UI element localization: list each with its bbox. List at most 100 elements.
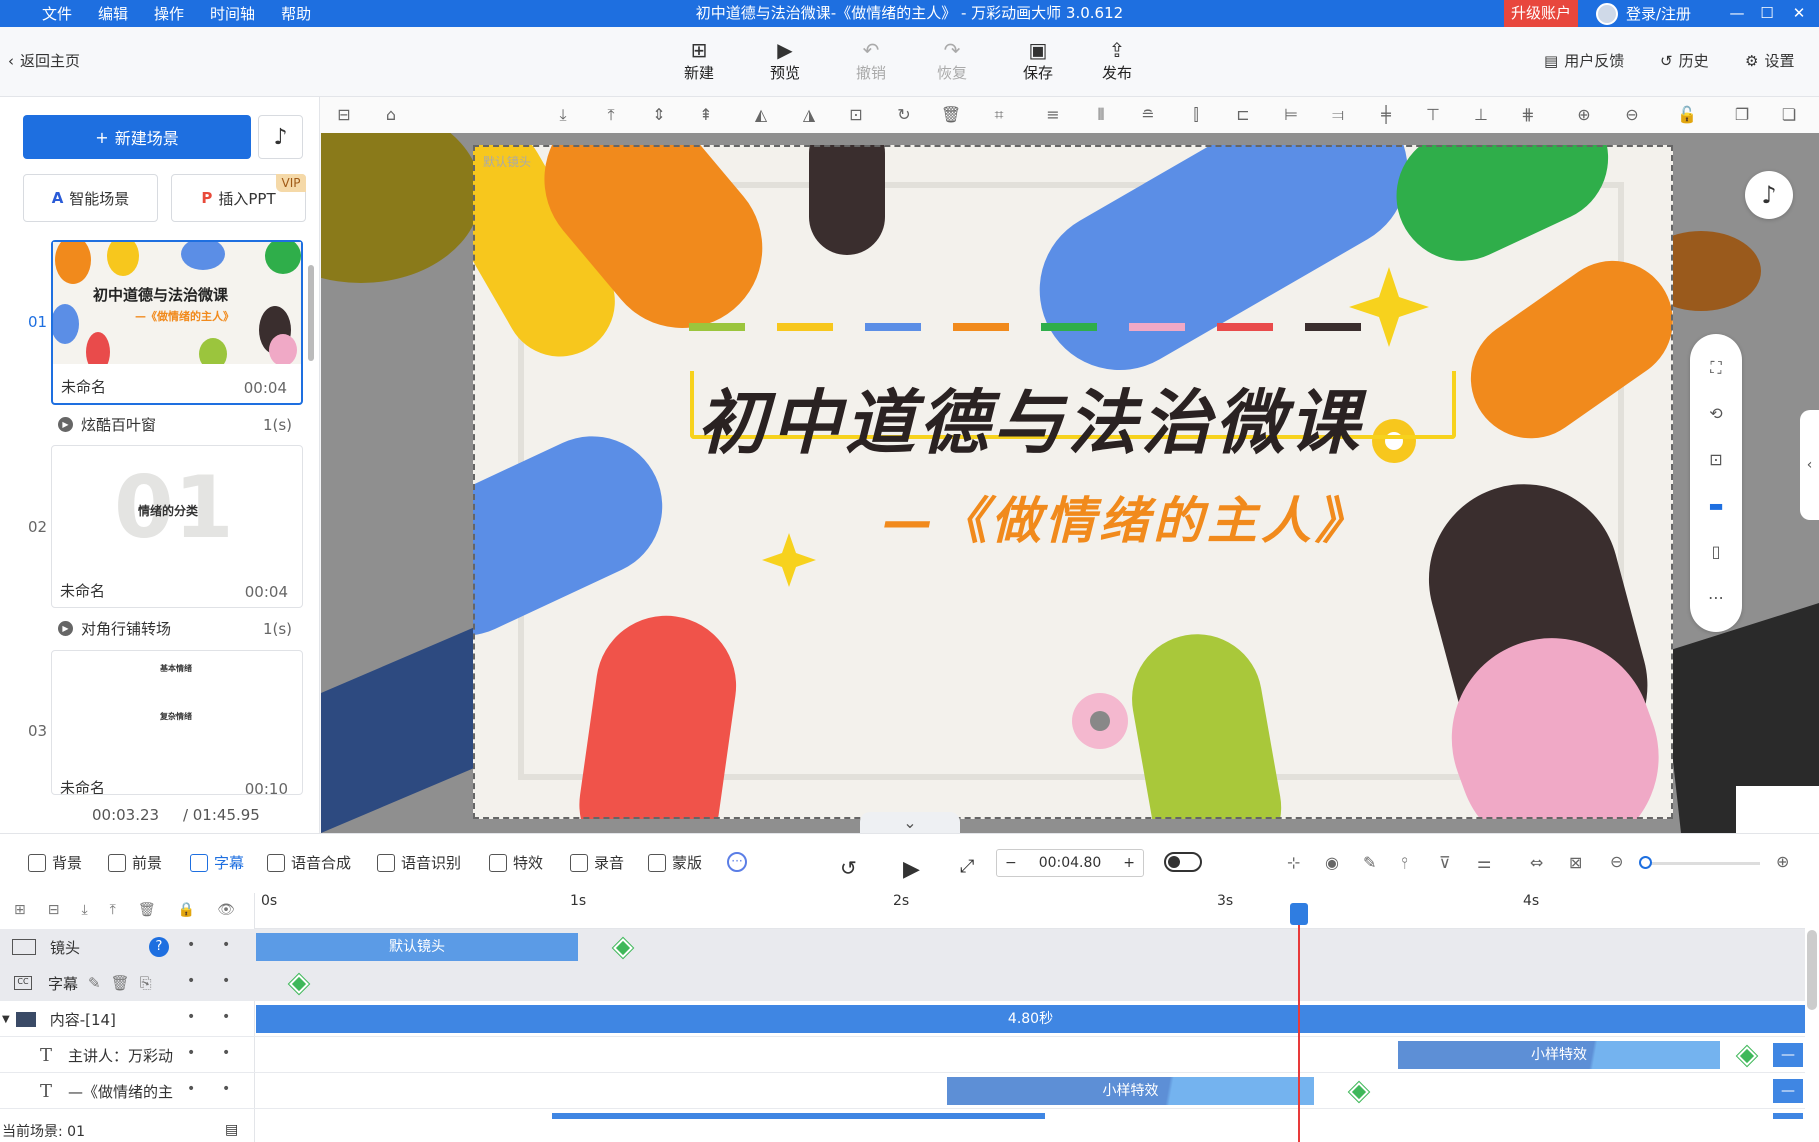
more-icon[interactable]: ⋯	[1704, 588, 1728, 612]
fit-width-icon[interactable]: ⇔	[1530, 853, 1543, 872]
move-up-icon[interactable]: ⤒	[110, 902, 116, 918]
flip-v-icon[interactable]: ◮	[798, 104, 820, 126]
fullscreen-icon[interactable]: ⛶	[1704, 358, 1728, 382]
home-icon[interactable]: ⌂	[380, 104, 402, 126]
export-icon[interactable]: ⎘	[140, 974, 152, 992]
time-stepper[interactable]: − 00:04.80 +	[996, 849, 1144, 877]
distribute-v-icon[interactable]: ⦀	[1090, 104, 1112, 126]
delete-icon[interactable]: 🗑	[940, 104, 962, 126]
layer-text-2[interactable]: T —《做情绪的主	[0, 1073, 255, 1109]
maximize-icon[interactable]: ☐	[1752, 0, 1782, 27]
layer-dot[interactable]: •	[222, 1009, 230, 1025]
preview-button[interactable]: ▶ 预览	[755, 38, 815, 83]
effect-clip[interactable]: 小样特效	[1398, 1041, 1720, 1069]
layer-dot[interactable]: •	[187, 1045, 195, 1061]
zoom-slider-handle[interactable]	[1639, 856, 1652, 869]
eye-icon[interactable]: 👁	[217, 902, 235, 918]
close-icon[interactable]: ✕	[1784, 0, 1814, 27]
scene-thumbnail-1[interactable]: 初中道德与法治微课 —《做情绪的主人》 未命名 00:04	[51, 240, 303, 405]
layer-content-group[interactable]: ▼ 内容-[14]	[0, 1001, 255, 1037]
ratio-icon[interactable]: ⊠	[1569, 853, 1582, 872]
playhead-line[interactable]	[1298, 903, 1300, 1142]
new-button[interactable]: ⊞ 新建	[669, 38, 729, 83]
stage-title[interactable]: 初中道德与法治微课	[697, 367, 1363, 468]
collapse-clip-icon[interactable]: —	[1773, 1043, 1803, 1067]
toggle-switch[interactable]	[1164, 852, 1202, 872]
copy-icon[interactable]: ❐	[1731, 104, 1753, 126]
folder-icon[interactable]: ⊟	[48, 902, 60, 918]
zoom-in-icon[interactable]: ⊕	[1776, 852, 1789, 871]
collapse-right-panel[interactable]: ‹	[1800, 410, 1819, 520]
unlock-icon[interactable]: ⊡	[1704, 450, 1728, 474]
partial-clip[interactable]	[552, 1113, 1045, 1119]
layer-dot[interactable]: •	[222, 937, 230, 953]
align-bottom-icon[interactable]: ⤓	[552, 104, 574, 126]
delete-icon[interactable]: 🗑	[111, 974, 130, 992]
speech-recognition-tool[interactable]: 语音识别	[377, 852, 461, 873]
split-icon[interactable]: ⫯	[1401, 853, 1408, 873]
partial-clip[interactable]	[1773, 1113, 1803, 1119]
rotate-icon[interactable]: ↻	[893, 104, 915, 126]
camera-clip[interactable]: 默认镜头	[256, 933, 578, 961]
flip-h-icon[interactable]: ◭	[750, 104, 772, 126]
unlock-icon[interactable]: 🔓	[1676, 104, 1698, 126]
phone-icon[interactable]: ▯	[1704, 542, 1728, 566]
timeline-scrollbar[interactable]	[1807, 930, 1817, 1010]
filter-icon[interactable]: ⊽	[1439, 853, 1451, 872]
delete-icon[interactable]: 🗑	[138, 902, 156, 918]
help-icon[interactable]: ?	[149, 937, 169, 957]
stage-subtitle[interactable]: —《做情绪的主人》	[883, 481, 1369, 553]
back-home-button[interactable]: ‹ 返回主页	[8, 50, 80, 71]
timeline-row-text-2[interactable]	[0, 1073, 1805, 1109]
zoom-in-icon[interactable]: ⊕	[1573, 104, 1595, 126]
zoom-out-icon[interactable]: ⊖	[1621, 104, 1643, 126]
lock-icon[interactable]: ⊡	[845, 104, 867, 126]
align-middle-icon[interactable]: ⫿	[1185, 104, 1207, 126]
distribute-icon[interactable]: ≡	[1042, 104, 1064, 126]
background-tool[interactable]: 背景	[28, 852, 82, 873]
scene-thumbnail-3[interactable]: 基本情绪 复杂情绪 未命名 00:10	[51, 650, 303, 795]
align-bottom2-icon[interactable]: ⊥	[1470, 104, 1492, 126]
align-vcenter-icon[interactable]: ⇕	[648, 104, 670, 126]
layer-dot[interactable]: •	[222, 1081, 230, 1097]
redo-button[interactable]: ↷ 恢复	[922, 38, 982, 83]
timeline-row-subtitle[interactable]	[0, 965, 1805, 1001]
smart-scene-button[interactable]: A 智能场景	[23, 174, 158, 222]
scene-scrollbar[interactable]	[308, 265, 314, 361]
layer-subtitle[interactable]: CC 字幕 ✎ 🗑 ⎘	[0, 965, 255, 1001]
expand-icon[interactable]: ⤢	[960, 856, 974, 877]
edit-icon[interactable]: ✎	[88, 974, 101, 992]
layer-dot[interactable]: •	[187, 1081, 195, 1097]
zoom-out-icon[interactable]: ⊖	[1610, 852, 1623, 871]
layer-dot[interactable]: •	[187, 937, 195, 953]
thumbnail-preview[interactable]	[1736, 786, 1819, 833]
move-down-icon[interactable]: ⤓	[81, 902, 87, 918]
transition-item[interactable]: ▶ 对角行铺转场 1(s)	[58, 618, 292, 639]
layer-dot[interactable]: •	[187, 1009, 195, 1025]
music-note-icon[interactable]: ♪	[258, 115, 303, 159]
plus-icon[interactable]: +	[1123, 855, 1135, 871]
publish-button[interactable]: ⇪ 发布	[1087, 38, 1147, 83]
settings-button[interactable]: ⚙ 设置	[1745, 50, 1794, 71]
align-left-icon[interactable]: ⊏	[1232, 104, 1254, 126]
replay-icon[interactable]: ↺	[840, 856, 857, 880]
align-top-icon[interactable]: ⤒	[600, 104, 622, 126]
login-button[interactable]: 登录/注册	[1596, 0, 1691, 27]
stage-canvas[interactable]: 默认镜头 初中道德与法治微课 —《做情绪的主人》	[473, 145, 1673, 819]
list-icon[interactable]: ▤	[225, 1122, 238, 1138]
mask-tool[interactable]: 蒙版	[648, 852, 702, 873]
play-icon[interactable]: ▶	[903, 857, 920, 882]
spacing-icon[interactable]: ⋕	[1517, 104, 1539, 126]
undo-button[interactable]: ↶ 撤销	[841, 38, 901, 83]
collapse-clip-icon[interactable]: —	[1773, 1079, 1803, 1103]
record-tool[interactable]: 录音	[570, 852, 624, 873]
align-center-icon[interactable]: ≘	[1137, 104, 1159, 126]
adjust-icon[interactable]: ⚌	[1477, 853, 1491, 872]
minus-icon[interactable]: −	[1005, 855, 1017, 871]
align-hcenter-icon[interactable]: ╪	[1375, 104, 1397, 126]
fit-icon[interactable]: ⊹	[1287, 853, 1300, 872]
transition-item[interactable]: ▶ 炫酷百叶窗 1(s)	[58, 414, 292, 435]
folder-add-icon[interactable]: ⊞	[14, 902, 26, 918]
time-value[interactable]: 00:04.80	[1039, 855, 1102, 871]
camera-icon[interactable]: ◉	[1325, 853, 1339, 872]
